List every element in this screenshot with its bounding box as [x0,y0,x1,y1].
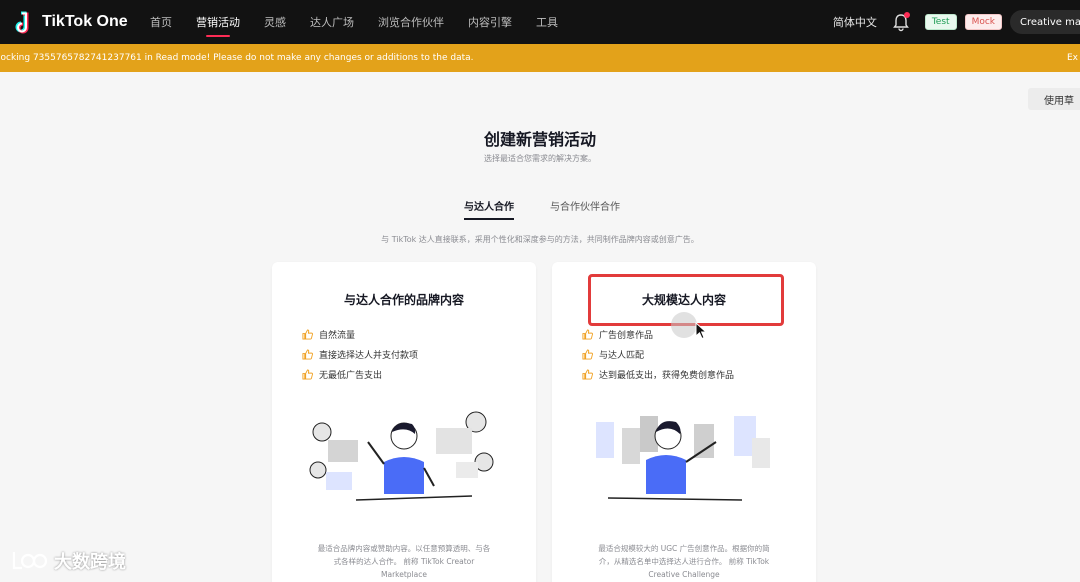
feature-label: 自然流量 [319,331,356,341]
top-nav-bar: TikTok One 首页 营销活动 灵感 达人广场 浏览合作伙伴 内容引擎 工… [0,0,1080,44]
collaboration-tabs: 与达人合作 与合作伙伴合作 [464,198,620,220]
watermark-text: 大数跨境 [54,552,126,573]
tiktok-logo-icon [15,11,29,34]
tab-description: 与 TikTok 达人直接联系，采用个性化和深度参与的方法，共同制作品牌内容或创… [381,235,699,244]
page-title: 创建新营销活动 [483,130,596,149]
nav-item-content-engine[interactable]: 内容引擎 [468,0,512,44]
footer-line: 最适合品牌内容或赞助内容。以任意预算透明、与各 [317,544,491,553]
banner-message: locking 7355765782741237761 in Read mode… [0,53,474,63]
watermark-logo-icon [12,552,48,570]
nav-item-creator-marketplace[interactable]: 达人广场 [310,0,354,44]
creator-collaboration-illustration [309,411,494,501]
feature-item: 自然流量 [302,328,355,341]
footer-line: 式各样的达人合作。 前称 TikTok Creator [333,557,475,566]
nav-item-tools[interactable]: 工具 [536,0,558,44]
feature-label: 无最低广告支出 [319,371,383,381]
feature-item: 与达人匹配 [582,348,644,361]
thumbs-up-icon [582,369,593,380]
help-button[interactable]: 使用草 [1028,88,1080,110]
thumbs-up-icon [582,349,593,360]
mouse-cursor-icon [695,322,707,340]
feature-label: 直接选择达人并支付款项 [319,351,419,361]
card-title: 与达人合作的品牌内容 [343,293,464,307]
thumbs-up-icon [302,349,313,360]
footer-line: Marketplace [381,570,427,579]
tab-partners[interactable]: 与合作伙伴合作 [550,198,620,220]
nav-right-tools: 简体中文 Test Mock Creative main [833,0,1080,44]
test-badge[interactable]: Test [924,14,957,30]
feature-label: 达到最低支出，获得免费创意作品 [599,371,735,381]
feature-item: 达到最低支出，获得免费创意作品 [582,368,734,381]
feature-item: 广告创意作品 [582,328,653,341]
footer-line: Creative Challenge [648,570,720,579]
card-footer: 最适合规模较大的 UGC 广告创意作品。根据你的简 介，从精选名单中选择达人进行… [576,542,792,581]
feature-item: 无最低广告支出 [302,368,382,381]
feature-item: 直接选择达人并支付款项 [302,348,418,361]
account-switcher[interactable]: Creative main [1010,10,1080,34]
click-indicator [671,312,697,338]
banner-exit-link[interactable]: Ex [1067,53,1078,63]
app-name: TikTok One [42,13,128,30]
read-mode-banner: locking 7355765782741237761 in Read mode… [0,44,1080,72]
footer-line: 最适合规模较大的 UGC 广告创意作品。根据你的简 [598,544,770,553]
watermark: 大数跨境 [8,548,126,574]
thumbs-up-icon [302,369,313,380]
notification-bell-icon[interactable] [891,12,911,32]
nav-item-inspiration[interactable]: 灵感 [264,0,286,44]
notification-dot [903,12,910,18]
language-selector[interactable]: 简体中文 [833,14,877,30]
feature-label: 广告创意作品 [599,331,654,341]
mock-badge[interactable]: Mock [964,14,1002,30]
tab-creators[interactable]: 与达人合作 [464,198,514,220]
main-nav: 首页 营销活动 灵感 达人广场 浏览合作伙伴 内容引擎 工具 [150,0,582,44]
nav-item-home[interactable]: 首页 [150,0,172,44]
thumbs-up-icon [302,329,313,340]
page-subtitle: 选择最适合您需求的解决方案。 [484,154,596,163]
card-branded-content[interactable]: 与达人合作的品牌内容 自然流量 直接选择达人并支付款项 无最低广告支出 最适合品… [272,262,536,582]
creative-content-illustration [596,416,770,501]
thumbs-up-icon [582,329,593,340]
nav-item-browse-partners[interactable]: 浏览合作伙伴 [378,0,444,44]
nav-item-campaigns[interactable]: 营销活动 [196,0,240,44]
footer-line: 介，从精选名单中选择达人进行合作。 前称 TikTok [598,557,770,566]
feature-label: 与达人匹配 [599,351,645,361]
card-footer: 最适合品牌内容或赞助内容。以任意预算透明、与各 式各样的达人合作。 前称 Tik… [296,542,512,581]
tiktok-one-logo[interactable]: TikTok One [12,9,128,35]
